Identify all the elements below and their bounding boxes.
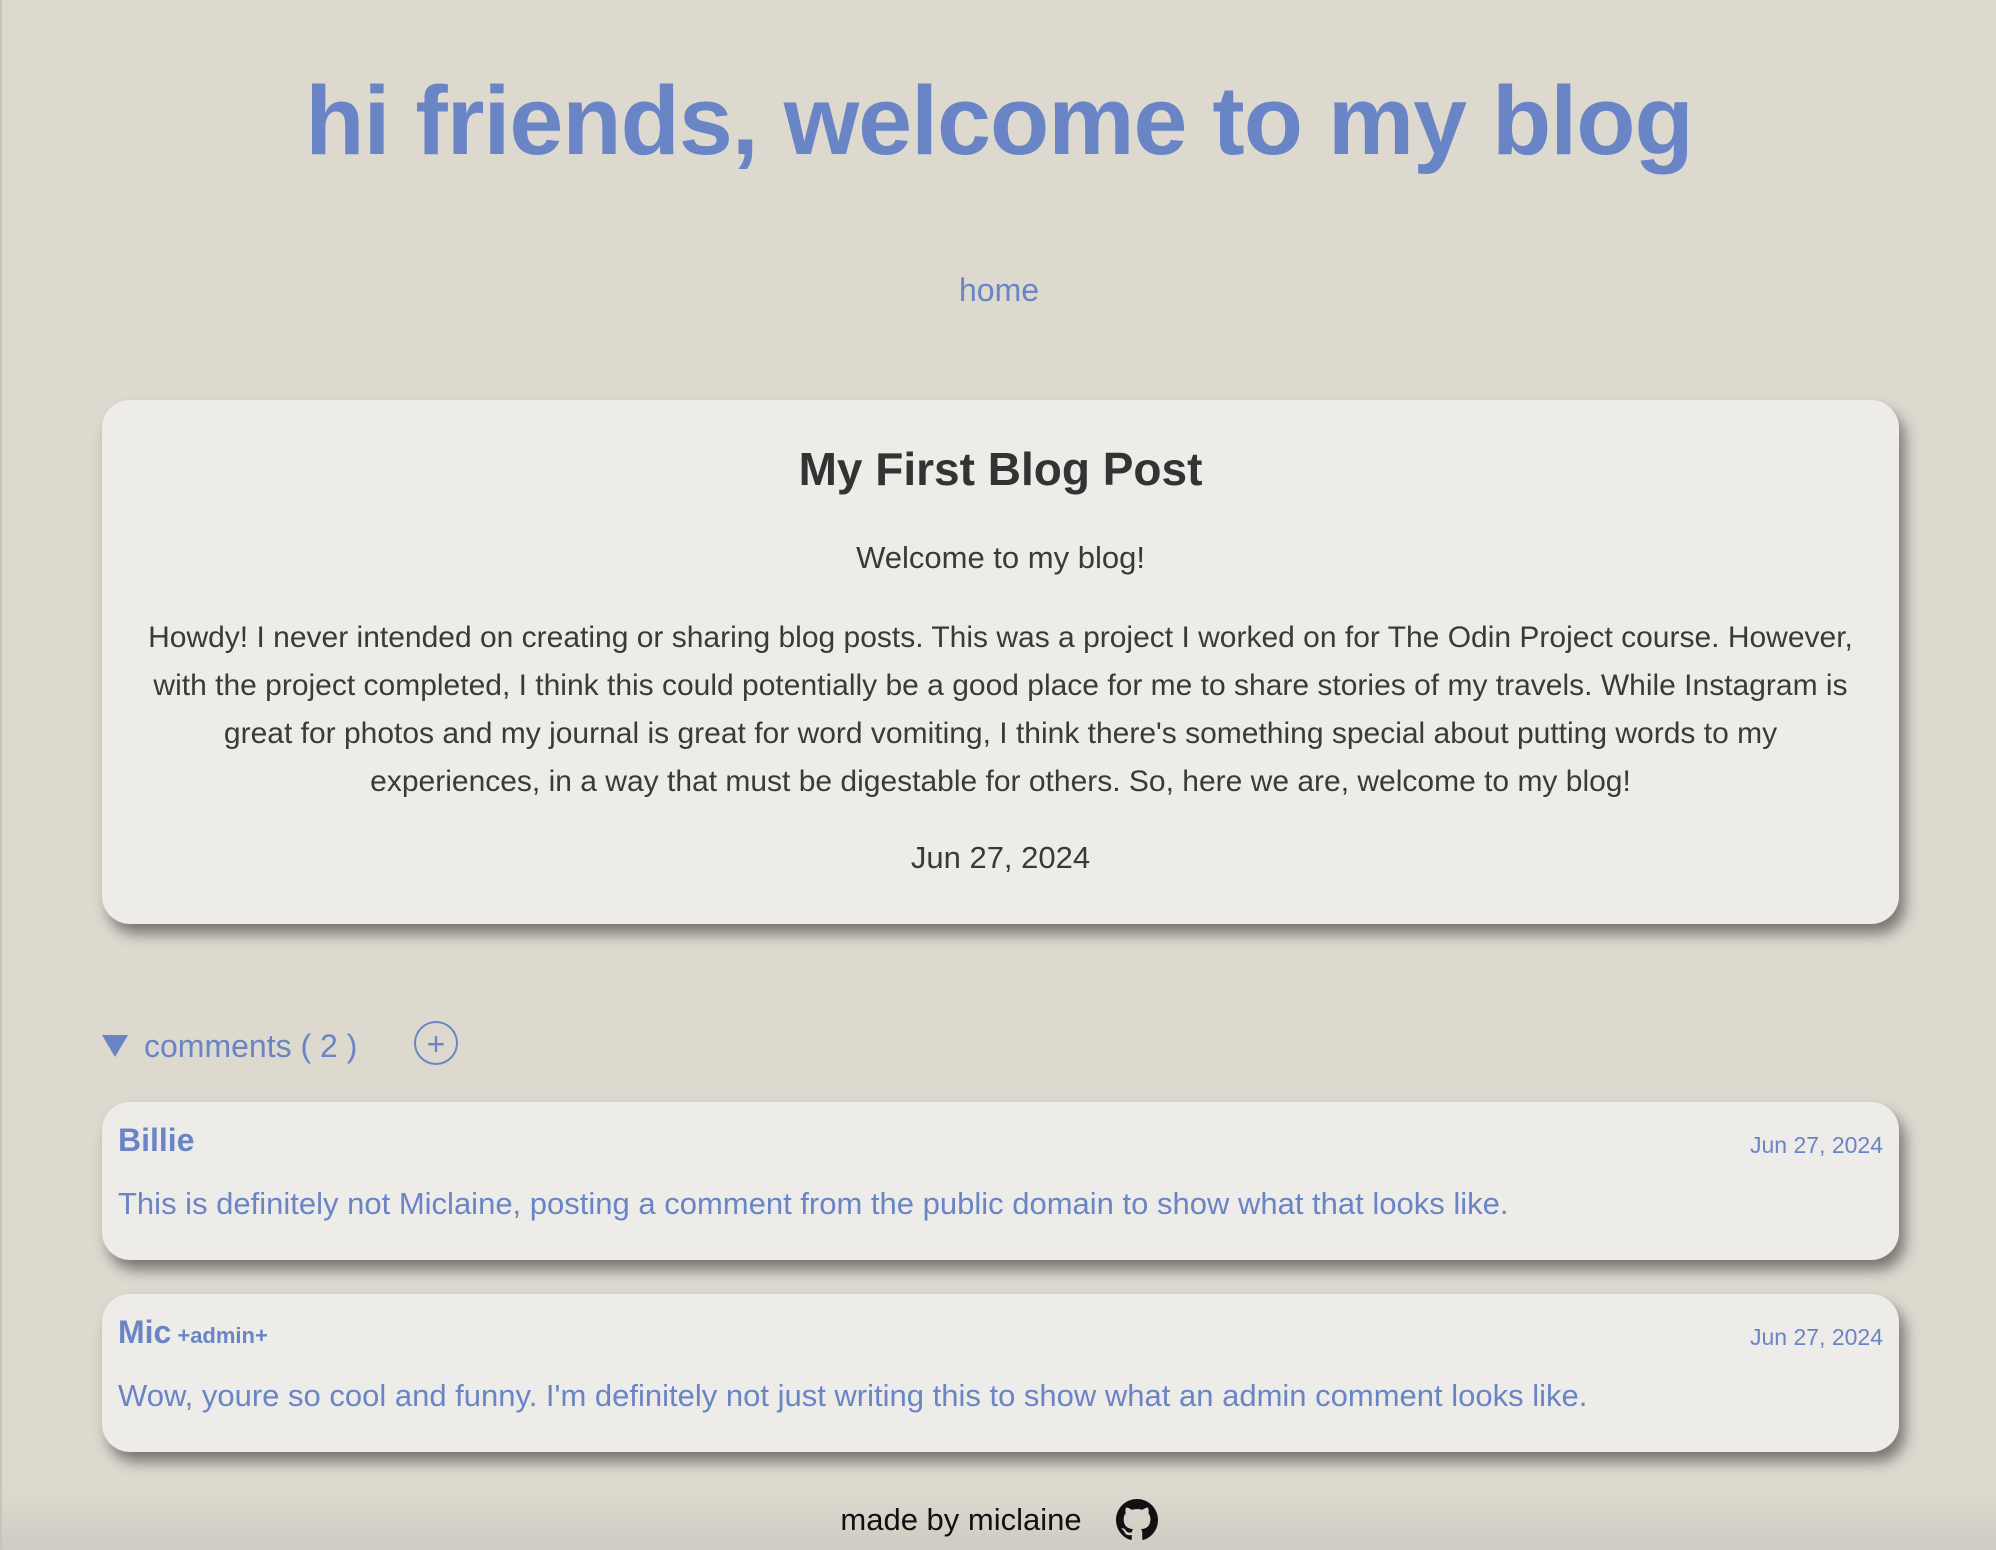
blog-post-card: My First Blog Post Welcome to my blog! H… <box>102 400 1899 924</box>
post-date: Jun 27, 2024 <box>910 840 1091 875</box>
comment-date: Jun 27, 2024 <box>1749 1132 1883 1158</box>
page: hi friends, welcome to my blog home My F… <box>0 0 1996 1550</box>
comment-text: This is definitely not Miclaine, posting… <box>118 1186 1509 1221</box>
comment-author-name: Billie <box>118 1122 195 1158</box>
post-title: My First Blog Post <box>798 443 1203 495</box>
comments-toggle[interactable]: comments ( 2 ) <box>102 1020 357 1072</box>
nav-bar: home <box>2 272 1996 309</box>
github-icon[interactable] <box>1115 1499 1158 1541</box>
collapse-triangle-icon[interactable] <box>102 1035 128 1057</box>
site-title: hi friends, welcome to my blog <box>305 66 1694 175</box>
plus-circle-icon: + <box>426 1026 446 1062</box>
add-comment-button[interactable]: + <box>414 1021 458 1065</box>
comment-card: Mic +admin+ Jun 27, 2024 Wow, youre so co… <box>102 1294 1899 1452</box>
comment-card: Billie Jun 27, 2024 This is definitely n… <box>102 1102 1899 1260</box>
admin-badge: +admin+ <box>177 1323 268 1348</box>
comment-text: Wow, youre so cool and funny. I'm defini… <box>118 1378 1588 1413</box>
comment-author-name: Mic <box>118 1314 172 1350</box>
comment-author: Mic +admin+ <box>118 1314 268 1351</box>
comment-author: Billie <box>118 1122 194 1159</box>
post-body: Howdy! I never intended on creating or s… <box>148 621 1853 798</box>
post-subtitle: Welcome to my blog! <box>856 540 1145 575</box>
home-link[interactable]: home <box>959 272 1039 308</box>
comments-count-label[interactable]: comments ( 2 ) <box>144 1028 357 1065</box>
comment-date: Jun 27, 2024 <box>1749 1324 1883 1350</box>
footer-credit: made by miclaine <box>840 1502 1082 1537</box>
footer: made by miclaine <box>2 1490 1996 1550</box>
